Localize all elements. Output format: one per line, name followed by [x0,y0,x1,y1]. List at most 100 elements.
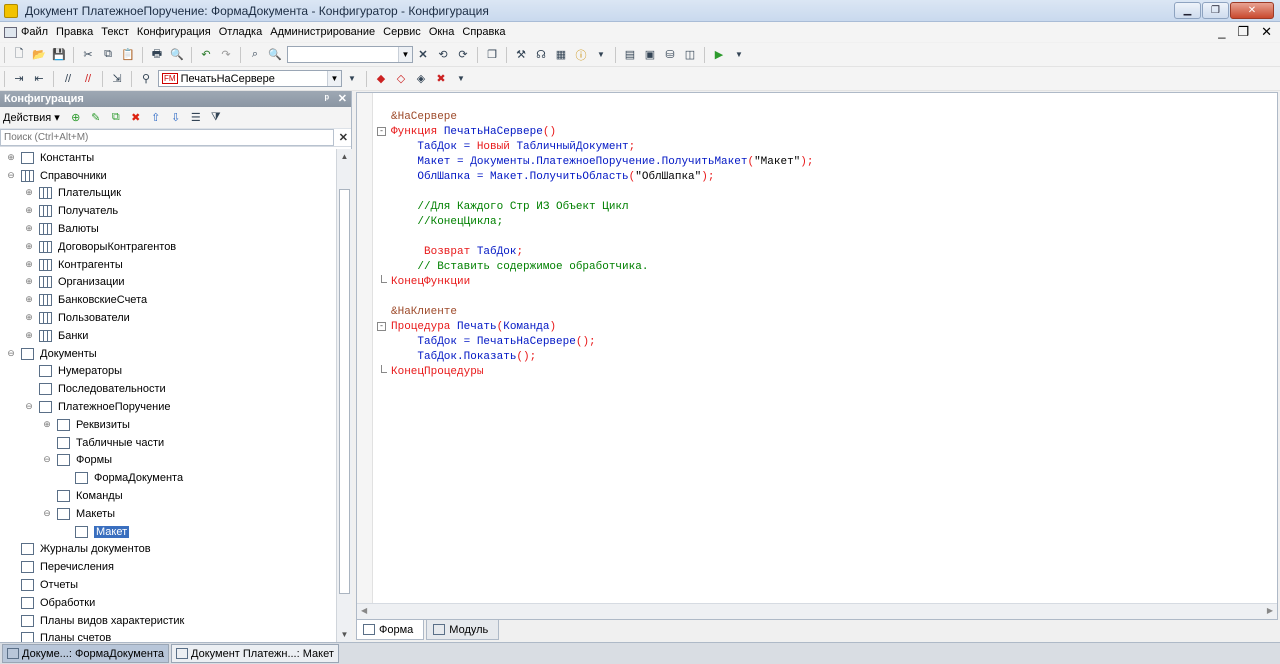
tree-node[interactable]: Табличные части [0,434,336,452]
chevron-down-icon[interactable]: ▼ [398,47,412,62]
code-line[interactable]: &НаКлиенте [391,305,814,320]
expand-icon[interactable]: ⊕ [24,330,34,341]
editor-hscrollbar[interactable]: ◀ ▶ [357,603,1277,619]
chevron-down-icon[interactable]: ▼ [327,71,341,86]
expand-icon[interactable]: ⊕ [24,277,34,287]
outdent-icon[interactable]: ⇤ [30,70,48,88]
code-line[interactable] [391,290,814,305]
menu-debug[interactable]: Отладка [215,26,266,38]
tree-node[interactable]: Последовательности [0,380,336,398]
close-button[interactable]: ✕ [1230,2,1274,19]
tab-form[interactable]: Форма [356,620,425,640]
add-icon[interactable]: ⊕ [67,109,85,127]
copy-object-icon[interactable]: ⧉ [107,109,125,127]
code-line[interactable]: - Процедура Печать(Команда) [377,320,814,335]
indent-icon[interactable]: ⇥ [10,70,28,88]
prev-bookmark-icon[interactable]: ◈ [412,70,430,88]
actions-menu[interactable]: Действия ▾ [3,111,60,124]
form-editor-icon[interactable]: ▣ [641,46,659,64]
pin-icon[interactable]: ᵖ [325,91,329,107]
delete-icon[interactable]: ✖ [127,109,145,127]
code-line[interactable]: ТабДок.Показать(); [391,350,814,365]
find-icon[interactable]: ⌕ [246,46,264,64]
tree-node[interactable]: ⊕ Плательщик [0,185,336,203]
expand-icon[interactable]: ⊕ [24,313,34,323]
tree-node[interactable]: Макет [0,523,336,541]
menu-help[interactable]: Справка [458,26,509,38]
scroll-thumb[interactable] [339,189,350,594]
expand-icon[interactable]: ⊕ [24,295,34,305]
expand-icon[interactable]: ⊕ [24,188,34,198]
menu-administration[interactable]: Администрирование [266,26,379,38]
code-line[interactable] [391,230,814,245]
fold-toggle-icon[interactable]: - [377,322,386,331]
tree-node[interactable]: ⊖ Формы [0,452,336,470]
redo-icon[interactable]: ↷ [217,46,235,64]
code-line[interactable]: ТабДок = Новый ТабличныйДокумент; [391,140,814,155]
procedure-combo[interactable]: FM ПечатьНаСервере ▼ [158,70,342,87]
code-area[interactable]: &НаСервере - Функция ПечатьНаСервере() Таб… [377,110,814,380]
search-combo[interactable]: ▼ [287,46,413,63]
menu-windows[interactable]: Окна [425,26,459,38]
tree-node[interactable]: ⊕ Получатель [0,202,336,220]
collapse-icon[interactable]: ⊖ [24,402,34,412]
scroll-left-icon[interactable]: ◀ [361,606,367,615]
tree-node[interactable]: ⊖ ПлатежноеПоручение [0,398,336,416]
code-line[interactable]: &НаСервере [391,110,814,125]
code-line[interactable]: ТабДок = ПечатьНаСервере(); [391,335,814,350]
tree-search-input[interactable] [0,129,334,146]
dropdown-icon[interactable]: ▼ [592,46,610,64]
uncomment-icon[interactable]: // [79,70,97,88]
scroll-right-icon[interactable]: ▶ [1267,606,1273,615]
expand-icon[interactable]: ⊕ [24,259,34,270]
mdi-minimize-icon[interactable]: _ [1218,24,1225,40]
expand-icon[interactable]: ⊕ [24,224,34,234]
mdi-close-icon[interactable]: ✕ [1261,24,1272,40]
menu-service[interactable]: Сервис [379,26,425,38]
tree-node[interactable]: Команды [0,487,336,505]
comment-icon[interactable]: // [59,70,77,88]
menu-file[interactable]: Файл [17,26,52,38]
undo-icon[interactable]: ↶ [197,46,215,64]
menu-text[interactable]: Текст [97,26,133,38]
config-window-icon[interactable]: ◫ [681,46,699,64]
run-debug-icon[interactable]: ▶ [710,46,728,64]
system-menu-icon[interactable] [4,26,17,38]
move-up-icon[interactable]: ⇧ [147,109,165,127]
procedures-icon[interactable]: ⚲ [137,70,155,88]
code-line[interactable]: - Функция ПечатьНаСервере() [377,125,814,140]
mdi-restore-icon[interactable]: ❐ [1237,24,1249,40]
tree-node[interactable]: ⊕ Валюты [0,220,336,238]
code-line[interactable]: //Для Каждого Стр ИЗ Объект Цикл [391,200,814,215]
tree-node[interactable]: ⊕ Реквизиты [0,416,336,434]
code-line[interactable]: КонецПроцедуры [381,365,814,380]
tree-node[interactable]: Отчеты [0,576,336,594]
code-line[interactable]: Макет = Документы.ПлатежноеПоручение.Пол… [391,155,813,170]
cut-icon[interactable]: ✂ [79,46,97,64]
tree-node[interactable]: Перечисления [0,558,336,576]
task-form-document[interactable]: Докуме...: ФормаДокумента [2,644,170,663]
tree-node[interactable]: ⊖ Справочники [0,167,336,185]
fold-toggle-icon[interactable]: - [377,127,386,136]
clear-search-icon[interactable]: ✕ [339,131,348,144]
find-prev-icon[interactable]: ⟲ [434,46,452,64]
windows-icon[interactable]: ❐ [483,46,501,64]
minimize-button[interactable]: ▁ [1174,2,1201,19]
tree-node[interactable]: ⊕ БанковскиеСчета [0,291,336,309]
tree-node[interactable]: ⊖ Документы [0,345,336,363]
collapse-icon[interactable]: ⊖ [42,455,52,465]
syntax-helper-icon[interactable]: ☊ [532,46,550,64]
preview-icon[interactable]: 🔍 [168,46,186,64]
tree-node[interactable]: ⊕ Константы [0,149,336,167]
print-icon[interactable]: 🖶 [148,46,166,64]
filter-icon[interactable]: ⧩ [207,109,225,127]
wizard-icon[interactable]: ⚒ [512,46,530,64]
tree-node[interactable]: Планы счетов [0,630,336,642]
tree-node[interactable]: ⊖ Макеты [0,505,336,523]
templates-icon[interactable]: ▦ [552,46,570,64]
run-dropdown-icon[interactable]: ▼ [730,46,748,64]
maximize-button[interactable]: ❐ [1202,2,1229,19]
expand-icon[interactable]: ⊕ [42,419,52,430]
menu-edit[interactable]: Правка [52,26,97,38]
clear-bookmarks-icon[interactable]: ✖ [432,70,450,88]
